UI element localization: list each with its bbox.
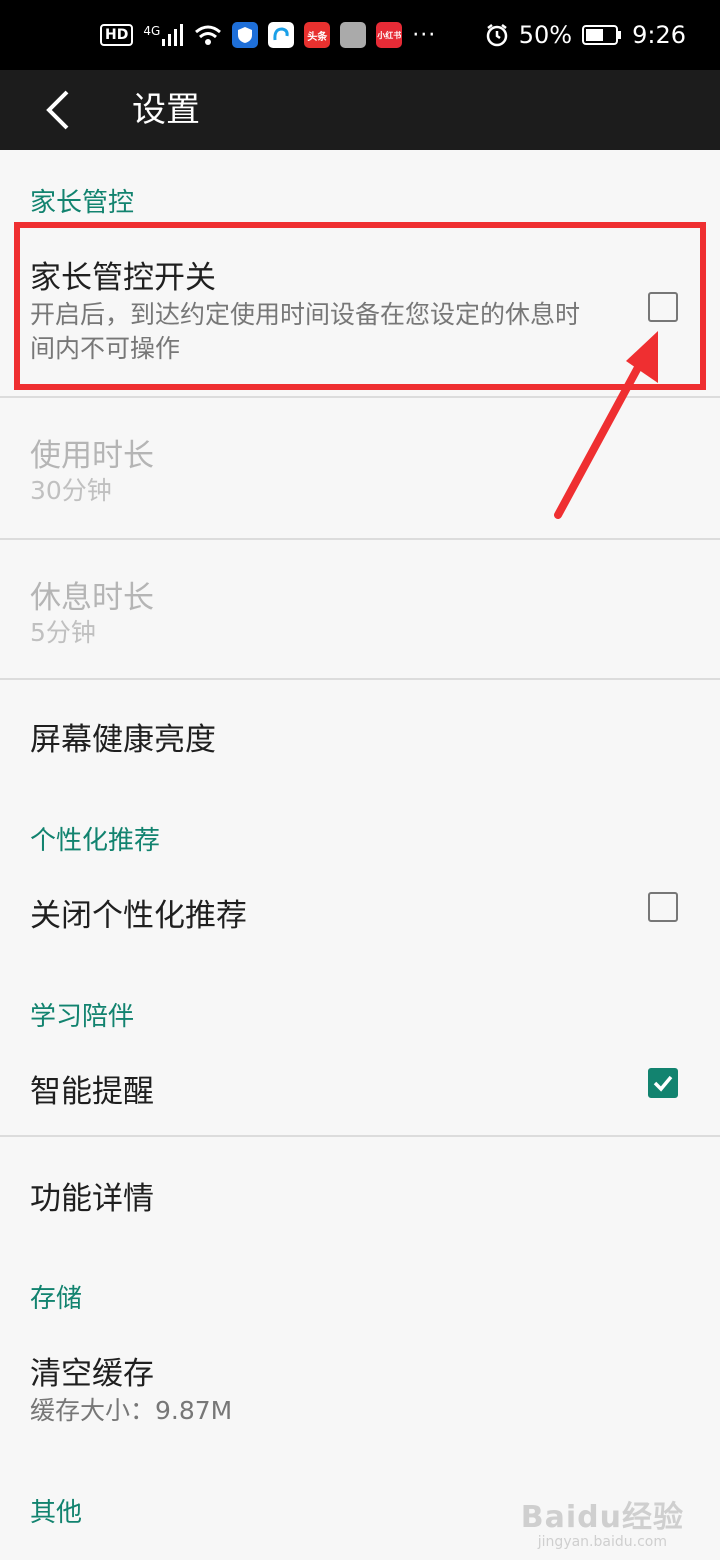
hd-badge: HD	[100, 24, 134, 46]
feature-details-row[interactable]: 功能详情	[0, 1137, 720, 1237]
page-title: 设置	[132, 90, 200, 130]
gray-app-icon	[340, 22, 367, 48]
section-header-storage: 存储	[30, 1284, 83, 1314]
watermark-url: jingyan.baidu.com	[537, 1534, 667, 1550]
feature-details-title: 功能详情	[30, 1181, 154, 1217]
battery-percent: 50%	[518, 21, 573, 49]
baidu-watermark: Baidu经验 jingyan.baidu.com	[521, 1492, 684, 1550]
close-personal-checkbox[interactable]	[648, 892, 678, 922]
toutiao-app-icon: 头条	[304, 22, 331, 48]
cache-size-value: 缓存大小：9.87M	[30, 1396, 233, 1425]
toolbar: 设置	[0, 70, 720, 150]
section-header-other: 其他	[30, 1498, 83, 1528]
usage-duration-value: 30分钟	[30, 476, 112, 505]
annotation-arrow-icon	[554, 331, 658, 519]
screen-brightness-row[interactable]: 屏幕健康亮度	[0, 680, 720, 780]
smart-reminder-checkbox[interactable]	[648, 1068, 678, 1098]
rest-duration-title: 休息时长	[30, 580, 154, 616]
browser-app-icon	[268, 22, 295, 48]
section-header-parental: 家长管控	[30, 188, 135, 218]
smart-reminder-row[interactable]: 智能提醒	[0, 1040, 720, 1134]
rest-duration-row: 休息时长 5分钟	[0, 540, 720, 678]
watermark-brand: Baidu经验	[520, 1500, 684, 1535]
checkmark-icon	[653, 1075, 673, 1092]
network-indicator: 4G	[143, 24, 184, 46]
more-notifications-icon: ···	[412, 22, 437, 48]
parental-switch-checkbox[interactable]	[648, 292, 678, 322]
screen-brightness-title: 屏幕健康亮度	[30, 722, 216, 758]
chevron-left-icon	[46, 90, 69, 130]
close-personal-row[interactable]: 关闭个性化推荐	[0, 862, 720, 958]
battery-icon	[582, 25, 622, 45]
status-right: 50% 9:26	[485, 0, 686, 70]
clock: 9:26	[632, 21, 686, 49]
alarm-icon	[486, 24, 507, 47]
parental-switch-description: 开启后，到达约定使用时间设备在您设定的休息时间内不可操作	[30, 300, 581, 363]
signal-icon	[162, 24, 184, 46]
section-header-study: 学习陪伴	[30, 1002, 135, 1032]
status-bar: HD 4G 头条 小红书 ··· 50% 9:26	[0, 0, 720, 70]
clear-cache-row[interactable]: 清空缓存 缓存大小：9.87M	[0, 1324, 720, 1444]
status-left: HD 4G 头条 小红书 ···	[100, 0, 436, 70]
clear-cache-title: 清空缓存	[30, 1356, 154, 1392]
wifi-icon	[195, 25, 222, 45]
back-button[interactable]	[28, 80, 88, 140]
section-header-personal: 个性化推荐	[30, 826, 161, 856]
xiaohongshu-app-icon: 小红书	[376, 22, 403, 48]
rest-duration-value: 5分钟	[30, 618, 96, 647]
shield-app-icon	[232, 22, 259, 48]
smart-reminder-title: 智能提醒	[30, 1074, 154, 1110]
usage-duration-title: 使用时长	[30, 438, 154, 474]
parental-switch-title: 家长管控开关	[30, 260, 216, 296]
network-type: 4G	[143, 24, 161, 38]
close-personal-title: 关闭个性化推荐	[30, 898, 247, 934]
